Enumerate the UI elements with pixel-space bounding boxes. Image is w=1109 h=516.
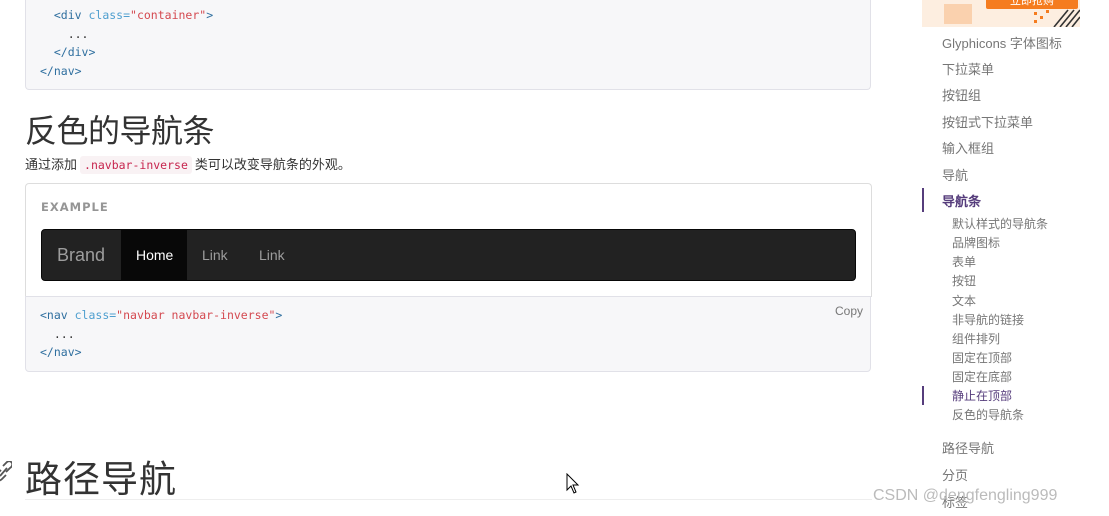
code-close: > bbox=[275, 308, 283, 322]
navbar-brand-link[interactable]: Brand bbox=[57, 230, 105, 280]
sidebar-sub-component-alignment[interactable]: 组件排列 bbox=[952, 330, 1000, 347]
sidebar-item-btn-groups[interactable]: 按钮组 bbox=[942, 85, 981, 104]
desc-text-before: 通过添加 bbox=[25, 158, 78, 173]
sidebar-item-glyphicons[interactable]: Glyphicons 字体图标 bbox=[942, 33, 1062, 52]
sidebar-sub-brand-image[interactable]: 品牌图标 bbox=[952, 234, 1000, 251]
active-section-marker bbox=[922, 188, 924, 212]
code-end-nav: </nav> bbox=[40, 345, 82, 359]
sidebar-item-navs[interactable]: 导航 bbox=[942, 165, 968, 184]
navbar-inverse-demo: Brand Home Link Link bbox=[41, 229, 856, 281]
code-attr: class= bbox=[88, 8, 131, 22]
nav-item-link-2[interactable]: Link bbox=[244, 230, 300, 280]
sidebar-item-btn-dropdowns[interactable]: 按钮式下拉菜单 bbox=[942, 112, 1033, 131]
code-open-tag: <div bbox=[53, 8, 89, 22]
section-divider bbox=[25, 499, 872, 500]
code-string: "container" bbox=[130, 8, 207, 22]
section-title-breadcrumb: 路径导航 bbox=[25, 458, 177, 501]
sidebar-sub-non-nav-links[interactable]: 非导航的链接 bbox=[952, 311, 1024, 328]
code-end-nav: </nav> bbox=[40, 63, 82, 78]
sidebar-item-breadcrumbs[interactable]: 路径导航 bbox=[942, 438, 994, 457]
sidebar-sub-fixed-top[interactable]: 固定在顶部 bbox=[952, 349, 1012, 366]
code-block-top: <div class="container"> ... </div> </nav… bbox=[25, 0, 871, 90]
inline-code: .navbar-inverse bbox=[80, 156, 192, 174]
docs-sidebar: 立即抢购 Glyphicons 字体图标 下拉菜单 按钮组 按钮式下拉菜单 输入… bbox=[922, 0, 1109, 516]
sidebar-sub-fixed-bottom[interactable]: 固定在底部 bbox=[952, 368, 1012, 385]
sidebar-item-dropdowns[interactable]: 下拉菜单 bbox=[942, 59, 994, 78]
sidebar-sub-static-top[interactable]: 静止在顶部 bbox=[952, 387, 1012, 404]
sidebar-sub-buttons[interactable]: 按钮 bbox=[952, 272, 976, 289]
nav-item-home[interactable]: Home bbox=[121, 230, 187, 280]
sidebar-sub-default-navbar[interactable]: 默认样式的导航条 bbox=[952, 215, 1048, 232]
code-ellipsis: ... bbox=[53, 326, 75, 341]
mouse-cursor-icon bbox=[566, 473, 580, 494]
example-label: EXAMPLE bbox=[41, 200, 109, 214]
sidebar-sub-forms[interactable]: 表单 bbox=[952, 253, 976, 270]
ad-illustration-icon bbox=[944, 4, 1080, 27]
code-ellipsis: ... bbox=[67, 26, 89, 41]
sidebar-item-pagination[interactable]: 分页 bbox=[942, 465, 968, 484]
sidebar-sub-text[interactable]: 文本 bbox=[952, 292, 976, 309]
nav-item-link-1[interactable]: Link bbox=[187, 230, 243, 280]
section-description: 通过添加 .navbar-inverse 类可以改变导航条的外观。 bbox=[25, 154, 351, 174]
ad-banner[interactable]: 立即抢购 bbox=[922, 0, 1080, 27]
code-string: "navbar navbar-inverse" bbox=[116, 308, 276, 322]
sidebar-sub-inverted-navbar[interactable]: 反色的导航条 bbox=[952, 406, 1024, 423]
code-open-tag: <nav bbox=[40, 308, 75, 322]
example-panel: EXAMPLE Brand Home Link Link bbox=[25, 183, 872, 297]
desc-text-after: 类可以改变导航条的外观。 bbox=[194, 158, 351, 173]
active-subsection-marker bbox=[922, 386, 924, 405]
sidebar-item-input-groups[interactable]: 输入框组 bbox=[942, 138, 994, 157]
sidebar-item-navbar[interactable]: 导航条 bbox=[942, 191, 981, 210]
csdn-watermark: CSDN @dengfengling999 bbox=[873, 487, 1058, 504]
code-attr: class= bbox=[74, 308, 117, 322]
anchor-link-icon[interactable] bbox=[0, 461, 12, 483]
code-block-inverse: Copy <nav class="navbar navbar-inverse">… bbox=[25, 296, 871, 372]
code-end-div: </div> bbox=[53, 45, 96, 59]
code-close: > bbox=[206, 8, 214, 22]
copy-button[interactable]: Copy bbox=[835, 302, 863, 321]
section-title-inverse: 反色的导航条 bbox=[25, 112, 215, 150]
